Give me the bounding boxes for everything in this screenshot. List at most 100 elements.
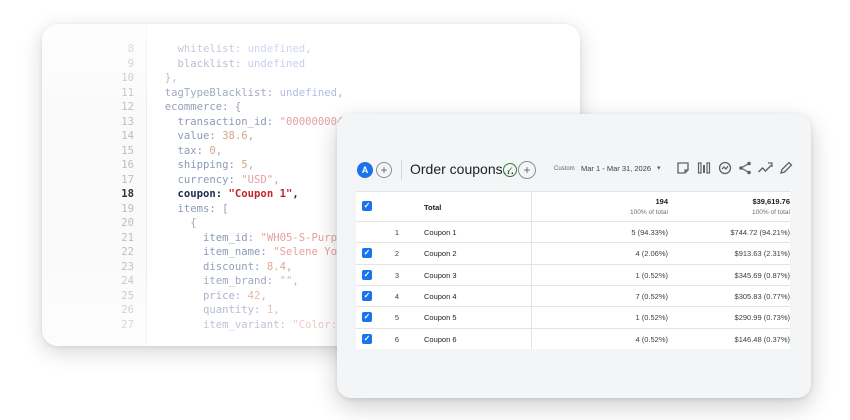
code-line: 9 blacklist: undefined [42, 57, 580, 71]
code-token: , [336, 86, 344, 99]
code-text: item_id: "WH05-S-Purple", [152, 231, 362, 245]
code-text: ecommerce: { [152, 100, 242, 114]
row-checkbox[interactable]: ✓ [362, 269, 372, 280]
code-text: item_brand: "", [152, 274, 299, 288]
row-col2-value: $146.48 (0.37%) [734, 334, 790, 344]
row-col1-value: 1 (0.52%) [635, 270, 668, 280]
code-text: tax: 0, [152, 144, 223, 158]
coupon-name: Coupon 3 [424, 270, 457, 280]
code-text: price: 42, [152, 289, 267, 303]
code-token: item_id: [152, 231, 261, 244]
code-token: undefined [247, 57, 306, 70]
line-number: 11 [121, 86, 134, 99]
code-token: 42 [247, 289, 261, 302]
row-col2-value: $913.63 (2.31%) [734, 249, 790, 259]
coupon-table: ✓ Total 194 100% of total $39,619.76 100… [356, 191, 790, 349]
row-checkbox[interactable]: ✓ [362, 290, 372, 301]
code-token: }, [152, 72, 178, 84]
report-toolbar: A + Order coupons... ✓ + Custom Mar 1 - … [357, 158, 797, 184]
line-number: 24 [121, 275, 134, 287]
total-label: Total [424, 203, 442, 212]
code-token: { [152, 217, 197, 229]
chevron-down-icon[interactable]: ▾ [657, 164, 661, 172]
table-row[interactable]: ✓ 4 Coupon 4 7 (0.52%) $305.83 (0.77%) [356, 284, 790, 307]
total-col1-sub: 100% of total [630, 209, 668, 216]
report-fade-overlay [337, 348, 811, 398]
row-col1-value: 7 (0.52%) [635, 291, 668, 301]
line-number: 20 [121, 217, 134, 229]
code-token: undefined [247, 43, 306, 55]
code-line: 11 tagTypeBlacklist: undefined, [42, 86, 580, 100]
code-token: "" [279, 275, 293, 287]
coupon-name: Coupon 6 [424, 334, 457, 344]
note-icon[interactable] [675, 160, 691, 176]
total-col2-value: $39,619.76 [752, 197, 790, 206]
code-token: whitelist: [152, 43, 248, 55]
line-number: 23 [121, 260, 134, 273]
code-token: , [260, 289, 267, 302]
date-range-picker[interactable]: Mar 1 - Mar 31, 2026 [581, 164, 651, 173]
line-number: 13 [121, 115, 134, 128]
add-filter-button[interactable]: + [518, 161, 536, 179]
code-token: discount: [152, 260, 267, 273]
code-text: transaction_id: "000000004", [152, 115, 357, 129]
date-custom-label: Custom [554, 166, 575, 172]
code-token: transaction_id: [152, 115, 280, 128]
edit-icon[interactable] [778, 160, 794, 176]
code-token: , [215, 144, 223, 157]
row-checkbox[interactable]: ✓ [362, 312, 372, 323]
select-all-checkbox[interactable]: ✓ [362, 201, 372, 211]
share-icon[interactable] [737, 160, 753, 176]
row-checkbox[interactable]: ✓ [362, 333, 372, 344]
code-text: value: 38.6, [152, 129, 255, 143]
code-token: coupon: [152, 188, 229, 200]
code-token: price: [152, 289, 248, 302]
table-row[interactable]: ✓ 5 Coupon 5 1 (0.52%) $290.99 (0.73%) [356, 306, 790, 328]
line-number: 18 [121, 188, 134, 200]
table-row[interactable]: 1 Coupon 1 5 (94.33%) $744.72 (94.21%) [356, 221, 790, 243]
code-token: , [247, 130, 255, 142]
code-token: , [273, 304, 280, 316]
row-number: 5 [394, 313, 400, 323]
chart-columns-icon[interactable] [696, 160, 712, 176]
add-comparison-button[interactable]: + [376, 162, 392, 178]
insights-icon[interactable] [717, 160, 733, 176]
trend-icon[interactable] [757, 160, 773, 176]
row-number: 4 [394, 291, 400, 301]
line-number: 27 [121, 318, 134, 331]
code-token: tagTypeBlacklist: [152, 86, 280, 99]
code-text: currency: "USD", [152, 173, 280, 187]
code-text: blacklist: undefined [152, 57, 306, 71]
code-token: tax: [152, 144, 210, 157]
report-title: Order coupons... [410, 161, 515, 177]
row-checkbox[interactable]: ✓ [362, 248, 372, 259]
code-token: "Coupon 1" [228, 188, 293, 200]
row-number: 3 [394, 270, 400, 280]
table-row[interactable]: ✓ 3 Coupon 3 1 (0.52%) $345.69 (0.87%) [356, 263, 790, 286]
table-header-row: ✓ Total 194 100% of total $39,619.76 100… [356, 191, 790, 222]
row-number: 1 [394, 228, 400, 237]
code-token: shipping: [152, 159, 242, 171]
table-row[interactable]: ✓ 2 Coupon 2 4 (2.06%) $913.63 (2.31%) [356, 242, 790, 264]
row-col2-value: $744.72 (94.21%) [730, 228, 790, 237]
code-text: items: [ [152, 202, 229, 216]
code-text: tagTypeBlacklist: undefined, [152, 86, 344, 100]
line-number: 17 [121, 173, 134, 186]
code-token: undefined [279, 86, 337, 99]
code-token: item_variant: [152, 318, 293, 331]
line-number: 19 [121, 202, 134, 215]
table-row[interactable]: ✓ 6 Coupon 6 4 (0.52%) $146.48 (0.37%) [356, 327, 790, 350]
row-col2-value: $290.99 (0.73%) [734, 313, 790, 323]
line-number: 21 [121, 231, 134, 244]
coupon-name: Coupon 1 [424, 228, 457, 237]
code-text: discount: 8.4, [152, 260, 292, 274]
code-token: item_brand: [152, 275, 280, 287]
coupon-name: Coupon 2 [424, 249, 457, 259]
line-number: 9 [127, 57, 134, 70]
coupon-name: Coupon 4 [424, 291, 457, 301]
check-circle-icon: ✓ [503, 163, 517, 177]
line-number: 22 [121, 246, 134, 258]
code-line: 12 ecommerce: { [42, 100, 580, 114]
avatar[interactable]: A [357, 162, 373, 178]
code-token: , [285, 260, 293, 273]
